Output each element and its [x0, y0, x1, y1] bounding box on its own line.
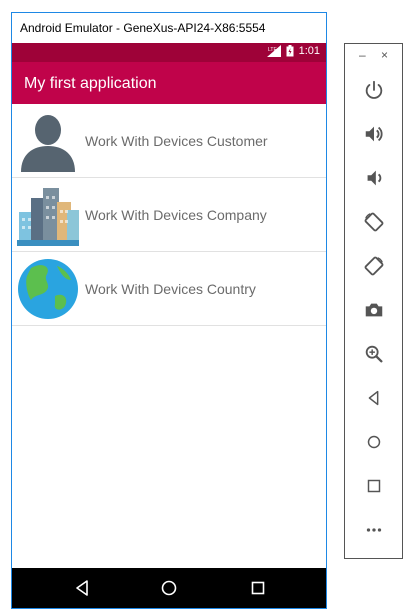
more-button[interactable] [361, 517, 387, 543]
zoom-icon [365, 345, 383, 363]
app-title: My first application [24, 75, 157, 92]
buildings-icon [17, 188, 79, 246]
rotate-left-icon [364, 212, 384, 232]
home-icon[interactable] [159, 578, 179, 598]
recents-icon[interactable] [248, 578, 268, 598]
app-bar: My first application [12, 62, 326, 104]
status-time: 1:01 [298, 45, 320, 57]
status-bar: LTE 1:01 [12, 43, 326, 62]
battery-icon [286, 45, 294, 57]
list-item-customer[interactable]: Work With Devices Customer [12, 104, 326, 178]
back-icon[interactable] [72, 578, 92, 598]
globe-icon [18, 259, 78, 319]
screenshot-button[interactable] [361, 297, 387, 323]
power-icon [365, 80, 383, 99]
list-item-label: Work With Devices Country [85, 281, 256, 297]
panel-back-button[interactable] [361, 385, 387, 411]
emulator-window: Android Emulator - GeneXus-API24-X86:555… [11, 12, 327, 609]
rotate-right-button[interactable] [361, 253, 387, 279]
window-titlebar[interactable]: Android Emulator - GeneXus-API24-X86:555… [12, 13, 326, 43]
list-item-country[interactable]: Work With Devices Country [12, 252, 326, 326]
list-item-company[interactable]: Work With Devices Company [12, 178, 326, 252]
work-with-list: Work With Devices Customer Work With Dev… [12, 104, 326, 326]
volume-up-button[interactable] [361, 121, 387, 147]
nav-bar [12, 568, 326, 608]
home-icon [367, 435, 381, 449]
power-button[interactable] [361, 77, 387, 103]
volume-down-icon [367, 170, 382, 186]
panel-overview-button[interactable] [361, 473, 387, 499]
back-icon [368, 390, 379, 406]
signal-icon: LTE [266, 45, 281, 57]
window-title: Android Emulator - GeneXus-API24-X86:555… [20, 21, 266, 35]
network-label: LTE [268, 47, 277, 53]
volume-up-icon [365, 126, 383, 142]
person-icon [21, 115, 75, 172]
panel-home-button[interactable] [361, 429, 387, 455]
rotate-right-icon [364, 256, 384, 276]
more-icon [366, 528, 382, 532]
close-button[interactable]: × [381, 48, 388, 62]
list-item-label: Work With Devices Customer [85, 133, 268, 149]
camera-icon [365, 303, 383, 317]
rotate-left-button[interactable] [361, 209, 387, 235]
overview-icon [367, 479, 381, 493]
zoom-button[interactable] [361, 341, 387, 367]
minimize-button[interactable]: – [359, 48, 366, 62]
volume-down-button[interactable] [361, 165, 387, 191]
device-screen: LTE 1:01 My first application Work With … [12, 43, 326, 608]
list-item-label: Work With Devices Company [85, 207, 267, 223]
emulator-controls: – × [344, 43, 403, 559]
